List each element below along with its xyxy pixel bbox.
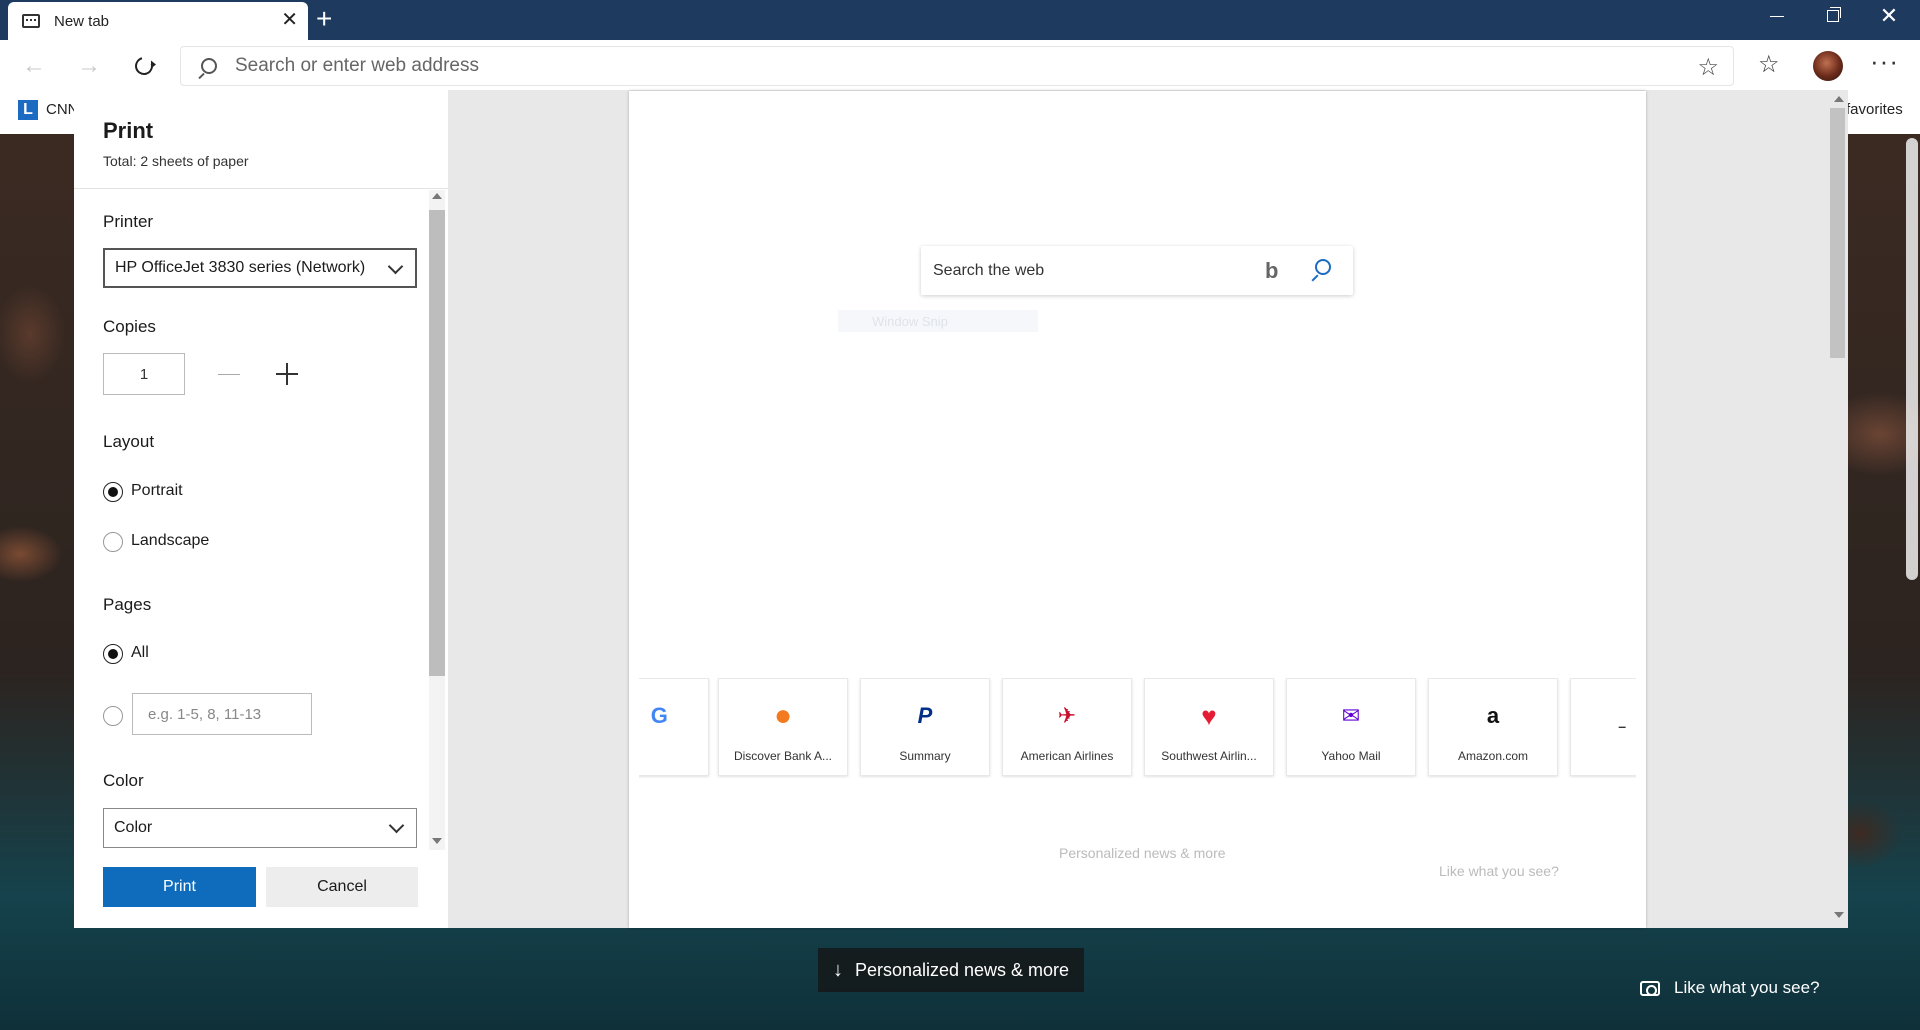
printer-select-value: HP OfficeJet 3830 series (Network) (115, 259, 366, 276)
tile: ● Discover Bank A... (718, 678, 848, 776)
back-button[interactable]: ← (20, 52, 48, 80)
like-what-you-see-button[interactable]: Like what you see? (1640, 978, 1820, 998)
chevron-down-icon (388, 817, 405, 834)
restore-icon (1827, 7, 1841, 22)
pages-all-label[interactable]: All (131, 644, 149, 662)
pages-label: Pages (103, 595, 152, 614)
preview-news-text: Personalized news & more (1059, 845, 1226, 861)
tile: ✈ American Airlines (1002, 678, 1132, 776)
landscape-label[interactable]: Landscape (131, 532, 209, 550)
preview-search-box: Search the web b (921, 246, 1353, 295)
tab-title: New tab (54, 12, 110, 30)
print-total-sheets: Total: 2 sheets of paper (103, 153, 249, 169)
add-favorite-star-icon[interactable]: ☆ (1697, 53, 1719, 82)
tile: G hts (639, 678, 709, 776)
amazon-icon: a (1486, 703, 1500, 728)
color-select[interactable]: Color (103, 808, 417, 848)
toolbar: ← → ☆ ☆ ··· (0, 40, 1920, 92)
portrait-radio[interactable] (103, 482, 123, 502)
chevron-down-icon (387, 258, 404, 275)
tab-new-tab[interactable]: New tab ✕ (8, 2, 308, 40)
minimize-icon (1770, 15, 1784, 17)
panel-scroll-down-icon[interactable] (432, 838, 442, 844)
preview-page: Search the web b Window Snip G hts ● Dis… (629, 91, 1646, 928)
tile-label: Amazon.com (1457, 749, 1529, 763)
printer-select[interactable]: HP OfficeJet 3830 series (Network) (103, 248, 417, 288)
profile-avatar[interactable] (1813, 51, 1843, 81)
new-tab-button[interactable]: + (316, 4, 332, 34)
tile-label: hts (639, 749, 708, 763)
bing-icon: b (1265, 258, 1279, 283)
arrow-down-icon: ↓ (832, 958, 843, 981)
address-input[interactable] (235, 55, 1535, 77)
preview-scroll-up-icon[interactable] (1834, 96, 1844, 102)
minimize-button[interactable] (1752, 0, 1802, 32)
personalized-news-label: Personalized news & more (854, 959, 1070, 980)
preview-scrollbar-thumb[interactable] (1830, 108, 1845, 358)
panel-divider (74, 188, 448, 189)
forward-button[interactable]: → (75, 52, 103, 80)
preview-like-text: Like what you see? (1439, 863, 1559, 879)
color-label: Color (103, 771, 144, 790)
tile-label: American Airlines (1020, 749, 1114, 763)
new-tab-icon (22, 14, 40, 28)
american-airlines-icon: ✈ (1057, 703, 1077, 728)
preview-scroll-down-icon[interactable] (1834, 912, 1844, 918)
increase-copies-button[interactable] (276, 363, 298, 385)
tile-label: Southwest Airlin... (1161, 749, 1257, 763)
address-bar[interactable]: ☆ (180, 46, 1734, 86)
tile-label: Summary (899, 749, 951, 763)
search-icon (201, 58, 217, 74)
discover-icon: ● (773, 699, 793, 732)
window-snip-ghost: Window Snip (838, 310, 1038, 332)
refresh-button[interactable] (130, 52, 158, 80)
landscape-radio[interactable] (103, 532, 123, 552)
personalized-news-button[interactable]: ↓ Personalized news & more (818, 948, 1084, 992)
title-bar: New tab ✕ + ✕ (0, 0, 1920, 40)
pages-range-input[interactable] (132, 693, 312, 735)
southwest-icon: ♥ (1201, 700, 1217, 731)
print-button[interactable]: Print (103, 867, 256, 907)
close-window-button[interactable]: ✕ (1864, 0, 1914, 32)
tile: ♥ Southwest Airlin... (1144, 678, 1274, 776)
favorites-list-icon[interactable]: ☆ (1758, 50, 1780, 79)
printer-label: Printer (103, 212, 154, 231)
yahoo-mail-icon: ✉ (1341, 703, 1361, 728)
tile-label: Discover Bank A... (733, 749, 833, 763)
tile-label: Yahoo Mail (1321, 749, 1381, 763)
more-tile-icon: – (1618, 718, 1627, 734)
layout-label: Layout (103, 432, 155, 451)
tab-close-icon[interactable]: ✕ (281, 10, 298, 30)
copies-input[interactable]: 1 (103, 353, 185, 395)
google-icon: G (650, 703, 668, 728)
like-what-you-see-label: Like what you see? (1674, 978, 1820, 997)
decrease-copies-button[interactable] (218, 374, 240, 375)
portrait-label[interactable]: Portrait (131, 482, 183, 500)
cancel-button[interactable]: Cancel (266, 867, 418, 907)
page-scrollbar-thumb[interactable] (1906, 138, 1918, 580)
panel-scrollbar-thumb[interactable] (429, 210, 445, 676)
paypal-icon: P (917, 703, 933, 728)
tile: P Summary (860, 678, 990, 776)
tile: ✉ Yahoo Mail (1286, 678, 1416, 776)
print-dialog-title: Print (103, 118, 154, 143)
other-favorites[interactable]: favorites (1846, 101, 1903, 118)
preview-search-placeholder: Search the web (933, 262, 1045, 279)
refresh-icon (131, 53, 157, 79)
tile: a Amazon.com (1428, 678, 1558, 776)
panel-scroll-up-icon[interactable] (432, 193, 442, 199)
top-sites-row: G hts ● Discover Bank A... P Summary ✈ A… (639, 678, 1636, 778)
color-select-value: Color (114, 819, 153, 836)
copies-label: Copies (103, 317, 156, 336)
preview-search-icon (1315, 259, 1331, 275)
pages-custom-radio[interactable] (103, 706, 123, 726)
pages-all-radio[interactable] (103, 644, 123, 664)
tile: – (1570, 678, 1636, 776)
restore-button[interactable] (1808, 0, 1858, 32)
camera-icon (1640, 980, 1660, 996)
more-options-icon[interactable]: ··· (1870, 46, 1899, 77)
cnn-favicon-icon: L (18, 100, 38, 120)
